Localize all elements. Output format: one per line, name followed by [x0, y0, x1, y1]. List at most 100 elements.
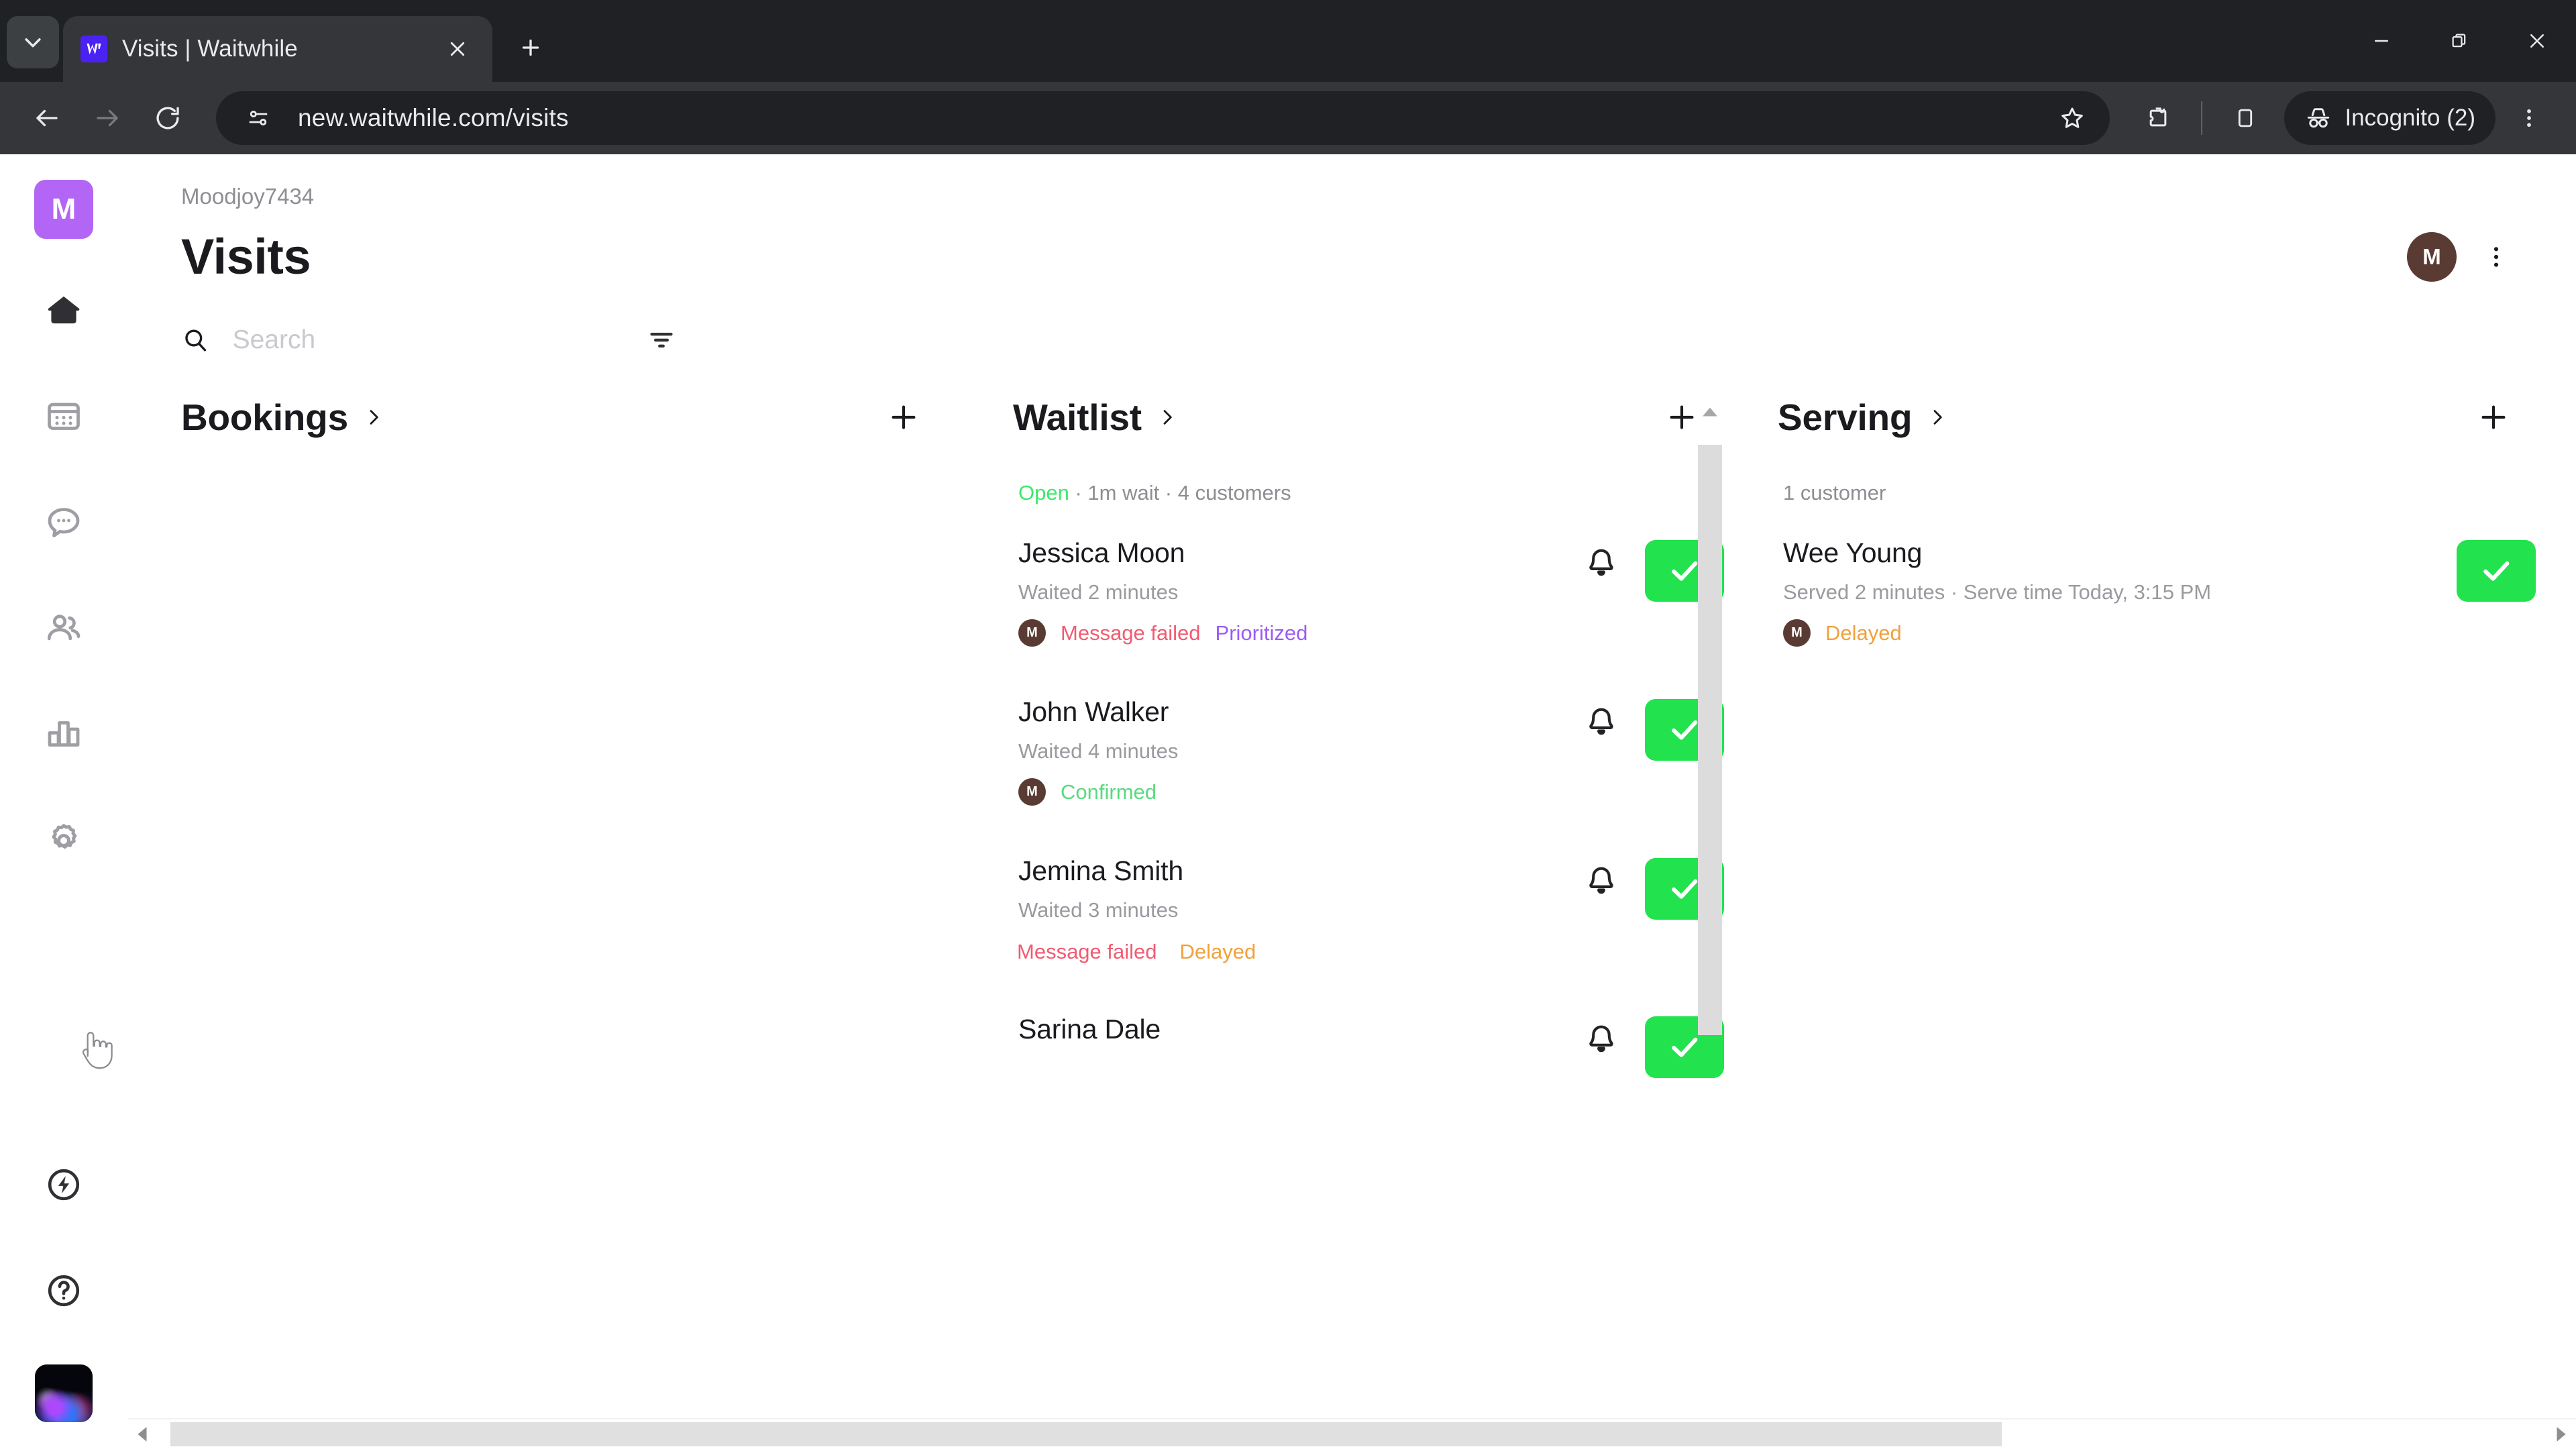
- scroll-left-button[interactable]: [127, 1419, 157, 1449]
- side-panel-icon: [2239, 109, 2253, 127]
- status-badge: Message failed: [1017, 940, 1157, 963]
- scrollbar-thumb[interactable]: [170, 1422, 2002, 1446]
- side-panel-button[interactable]: [2218, 91, 2272, 145]
- breadcrumb[interactable]: Moodjoy7434: [127, 154, 314, 209]
- star-icon: [2061, 107, 2084, 128]
- browser-toolbar: new.waitwhile.com/visits Incognito (2): [0, 82, 2576, 154]
- sidebar-item-home[interactable]: [32, 278, 96, 342]
- app-sidebar: M: [0, 154, 127, 1449]
- complete-button[interactable]: [2457, 540, 2536, 602]
- plus-icon: [892, 405, 916, 429]
- notify-button[interactable]: [1578, 540, 1625, 587]
- bookings-list: [181, 474, 946, 1449]
- forward-button[interactable]: [80, 91, 134, 145]
- list-item[interactable]: Wee Young Served 2 minutes · Serve time …: [1778, 537, 2536, 647]
- add-booking-button[interactable]: [879, 392, 928, 442]
- sidebar-item-help[interactable]: [32, 1258, 96, 1323]
- new-tab-button[interactable]: [507, 24, 554, 71]
- list-item[interactable]: Sarina Dale: [1013, 1014, 1724, 1078]
- chevron-right-icon: [1163, 410, 1172, 425]
- search-input[interactable]: [232, 325, 637, 355]
- check-icon: [2483, 561, 2510, 581]
- add-serving-customer-button[interactable]: [2469, 392, 2518, 442]
- avatar: M: [1018, 778, 1046, 806]
- tab-title: Visits | Waitwhile: [122, 36, 298, 62]
- customer-serve-time: Served 2 minutes · Serve time Today, 3:1…: [1783, 580, 2212, 604]
- calendar-icon: [48, 402, 80, 430]
- chat-bubble-icon: [48, 508, 80, 537]
- scroll-right-button[interactable]: [2546, 1419, 2576, 1449]
- scroll-up-button[interactable]: [1701, 398, 1719, 426]
- customer-wait-time: Waited 4 minutes: [1018, 739, 1179, 763]
- chevron-down-icon: [25, 38, 41, 48]
- browser-menu-button[interactable]: [2502, 91, 2556, 145]
- list-item[interactable]: Jemina Smith Waited 3 minutes Message fa…: [1013, 855, 1724, 964]
- notify-button[interactable]: [1578, 858, 1625, 905]
- waitlist-meta-text: · 1m wait · 4 customers: [1069, 481, 1291, 504]
- list-item[interactable]: Jessica Moon Waited 2 minutes M Message …: [1013, 537, 1724, 647]
- sidebar-item-settings[interactable]: [32, 808, 96, 872]
- tab-close-button[interactable]: [440, 32, 475, 66]
- profile-button[interactable]: Incognito (2): [2284, 91, 2496, 145]
- customer-name: Sarina Dale: [1018, 1014, 1161, 1044]
- avatar: M: [1783, 619, 1811, 647]
- gear-icon: [52, 824, 77, 849]
- forward-arrow-icon: [97, 109, 118, 127]
- user-avatar[interactable]: [35, 1364, 93, 1422]
- filter-icon: [650, 332, 673, 348]
- browser-window: Visits | Waitwhile new.waitwhile.com/vis…: [0, 0, 2576, 1449]
- customer-name: John Walker: [1018, 696, 1169, 727]
- customer-wait-time: Waited 2 minutes: [1018, 580, 1179, 604]
- site-settings-button[interactable]: [236, 96, 280, 140]
- column-title-bookings[interactable]: Bookings: [181, 396, 384, 439]
- notify-button[interactable]: [1578, 1016, 1625, 1063]
- address-bar[interactable]: new.waitwhile.com/visits: [216, 91, 2110, 145]
- entry-details: Jessica Moon Waited 2 minutes M Message …: [1018, 537, 1578, 647]
- sidebar-item-customers[interactable]: [32, 596, 96, 660]
- page-header: Visits M: [127, 209, 2576, 285]
- filter-button[interactable]: [637, 316, 686, 364]
- column-title-serving[interactable]: Serving: [1778, 396, 1948, 439]
- list-item[interactable]: John Walker Waited 4 minutes M Confirmed: [1013, 696, 1724, 806]
- maximize-restore-button[interactable]: [2420, 0, 2498, 82]
- entry-details: Wee Young Served 2 minutes · Serve time …: [1783, 537, 2457, 647]
- scroll-up-arrow-icon: [1703, 407, 1717, 417]
- status-badge: Delayed: [1179, 940, 1256, 963]
- notify-button[interactable]: [1578, 699, 1625, 746]
- board-horizontal-scrollbar[interactable]: [127, 1419, 2576, 1449]
- bar-chart-icon: [48, 721, 80, 747]
- sidebar-item-bookings[interactable]: [32, 384, 96, 448]
- scrollbar-track[interactable]: [157, 1419, 2546, 1449]
- status-badge: Confirmed: [1061, 780, 1157, 804]
- column-serving: Serving 1 customer Wee Young Served 2 mi…: [1724, 392, 2576, 1449]
- tab-search-button[interactable]: [7, 16, 59, 68]
- bookmark-button[interactable]: [2045, 91, 2099, 145]
- sidebar-item-whats-new[interactable]: [32, 1152, 96, 1217]
- reload-button[interactable]: [141, 91, 195, 145]
- close-window-button[interactable]: [2498, 0, 2576, 82]
- column-title-serving-label: Serving: [1778, 396, 1913, 438]
- account-avatar[interactable]: M: [2407, 231, 2457, 282]
- sidebar-item-analytics[interactable]: [32, 702, 96, 766]
- minimize-button[interactable]: [2343, 0, 2420, 82]
- status-badge: Prioritized: [1215, 621, 1308, 645]
- page-overflow-menu-button[interactable]: [2470, 231, 2522, 283]
- search-box[interactable]: [181, 324, 637, 356]
- status-badges: Message failed Delayed: [1017, 940, 1578, 964]
- workspace-logo[interactable]: M: [34, 180, 93, 239]
- incognito-spy-icon: [2308, 108, 2330, 128]
- extensions-button[interactable]: [2131, 91, 2185, 145]
- browser-tab[interactable]: Visits | Waitwhile: [63, 16, 492, 82]
- search-row: [127, 285, 2576, 364]
- sidebar-item-messages[interactable]: [32, 490, 96, 554]
- serving-meta: 1 customer: [1778, 442, 2536, 505]
- extensions-puzzle-icon: [2150, 107, 2167, 127]
- column-bookings: Bookings: [127, 392, 946, 1449]
- back-button[interactable]: [20, 91, 74, 145]
- bell-icon: [1589, 708, 1613, 735]
- scrollbar-thumb[interactable]: [1698, 445, 1722, 1035]
- scrollbar-track[interactable]: [1696, 426, 1724, 1421]
- waitlist-scrollbar[interactable]: [1696, 398, 1724, 1449]
- waitlist-status: Open: [1018, 481, 1069, 504]
- column-title-waitlist[interactable]: Waitlist: [1013, 396, 1178, 439]
